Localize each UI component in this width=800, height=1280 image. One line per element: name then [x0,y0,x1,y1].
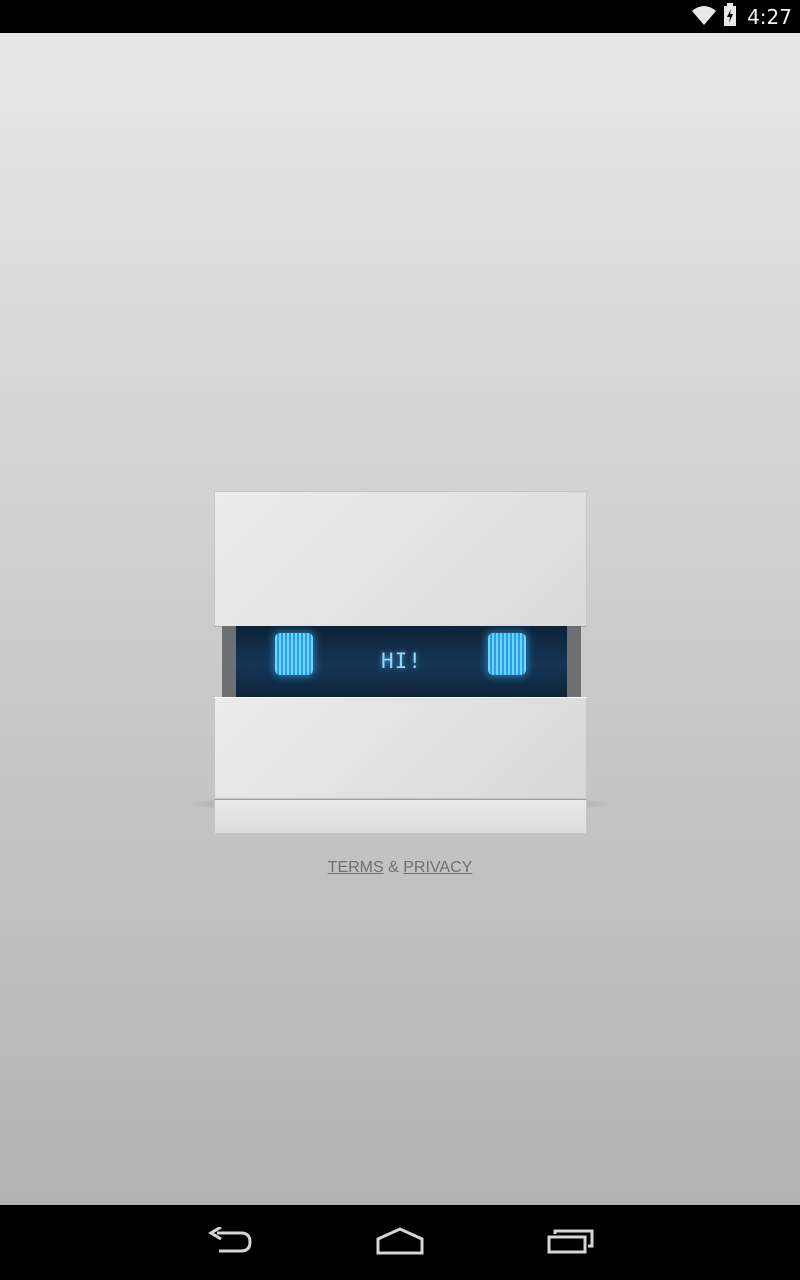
visor-greeting: HI! [381,649,422,673]
app-content: HI! TERMS & PRIVACY [0,33,800,1205]
wifi-icon [691,4,717,30]
privacy-link[interactable]: PRIVACY [403,859,472,876]
back-icon [207,1225,253,1259]
terms-link[interactable]: TERMS [328,859,384,876]
home-button[interactable] [370,1223,430,1263]
status-icons: 4:27 [691,0,792,33]
battery-icon [723,2,737,31]
robot-visor: HI! [222,626,581,697]
recent-apps-button[interactable] [541,1223,601,1263]
legal-links: TERMS & PRIVACY [0,859,800,877]
device-screen: 4:27 HI! TERMS & PRIVACY [0,0,800,1280]
status-bar: 4:27 [0,0,800,33]
legal-separator: & [388,859,399,876]
status-time: 4:27 [747,4,792,29]
robot-illustration: HI! [214,491,587,834]
home-icon [375,1227,425,1259]
robot-base [214,799,587,834]
robot-body [214,697,587,799]
recent-apps-icon [547,1227,595,1259]
robot-head-top [214,491,587,627]
back-button[interactable] [200,1223,260,1263]
visor-screen: HI! [236,626,567,697]
navigation-bar [0,1205,800,1280]
